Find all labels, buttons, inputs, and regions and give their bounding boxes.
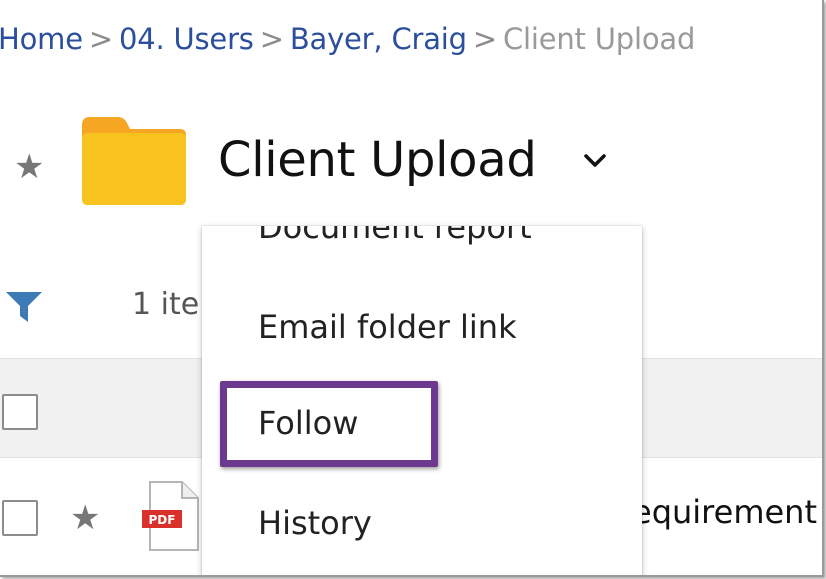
breadcrumb-home-link[interactable]: Home <box>0 22 83 56</box>
chevron-down-icon[interactable] <box>582 150 608 170</box>
breadcrumb-user-link[interactable]: Bayer, Craig <box>290 22 467 56</box>
follow-highlight-box <box>220 381 438 467</box>
row-favorite-star-icon[interactable]: ★ <box>70 498 100 538</box>
document-name-link[interactable]: equirement <box>632 493 817 531</box>
breadcrumb: Home >04. Users > Bayer, Craig > Client Uploa… <box>0 22 695 56</box>
breadcrumb-users-link[interactable]: 04. Users <box>119 22 254 56</box>
breadcrumb-current: Client Upload <box>502 22 696 56</box>
menu-item-history[interactable]: History <box>258 504 372 542</box>
select-all-checkbox[interactable] <box>2 394 38 430</box>
breadcrumb-separator: > <box>472 22 497 56</box>
filter-icon[interactable] <box>4 290 44 324</box>
favorite-star-icon[interactable]: ★ <box>14 147 44 187</box>
pdf-file-icon: PDF <box>142 481 199 551</box>
pdf-badge-label: PDF <box>149 513 176 527</box>
breadcrumb-separator: > <box>88 22 113 56</box>
page-title[interactable]: Client Upload <box>218 132 537 188</box>
app-window: Home >04. Users > Bayer, Craig > Client Uploa… <box>0 0 824 577</box>
row-checkbox[interactable] <box>2 500 38 536</box>
menu-item-document-report[interactable]: Document report <box>258 226 532 246</box>
folder-icon <box>82 117 186 205</box>
item-count: 1 ite <box>132 287 200 322</box>
menu-item-email-folder-link[interactable]: Email folder link <box>258 308 517 346</box>
breadcrumb-separator: > <box>259 22 284 56</box>
